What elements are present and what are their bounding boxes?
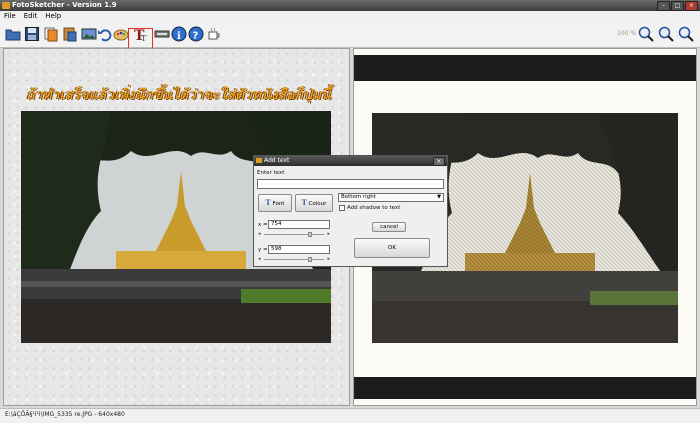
zoom-out-icon[interactable] [638,26,654,42]
open-folder-icon[interactable] [5,26,21,42]
title-bar: FotoSketcher - Version 1.9 – □ × [0,0,700,11]
colour-icon: T [301,198,307,207]
copy-icon[interactable] [43,26,59,42]
maximize-button[interactable]: □ [671,1,684,11]
edit-image-icon[interactable] [81,26,97,42]
ok-button[interactable]: OK [354,238,430,258]
font-icon: T [265,198,271,207]
colour-button-label: Colour [308,201,327,207]
x-label: x = [258,222,268,228]
menu-help[interactable]: Help [41,11,65,22]
status-bar: E:\àÇÕÂ§¹ì¹ì\IMG_5335 re.JPG - 640x480 [0,408,700,423]
zoom-in-icon[interactable] [678,26,694,42]
y-slider[interactable]: ◂ ▸ [258,256,330,262]
toolbar: TT i ? 100 % [0,22,700,62]
position-select-value: Bottom right [341,194,376,200]
font-button[interactable]: T Font [258,194,292,212]
dialog-close-button[interactable]: × [433,157,445,166]
close-button[interactable]: × [685,1,698,11]
y-slider-right-arrow[interactable]: ▸ [327,256,330,262]
svg-text:?: ? [193,31,199,42]
cancel-button[interactable]: cancel [372,222,406,232]
x-slider-right-arrow[interactable]: ▸ [327,231,330,237]
frame-top-bar [354,55,696,81]
chevron-down-icon: ▼ [437,194,441,200]
info-icon[interactable]: i [171,26,187,42]
position-select[interactable]: Bottom right ▼ [338,193,444,202]
dialog-title: Add text [264,157,290,164]
enter-text-label: Enter text [257,170,285,176]
y-slider-track [264,259,324,260]
menu-file[interactable]: File [0,11,20,22]
zoom-level: 100 % [617,30,637,37]
menu-edit[interactable]: Edit [20,11,42,22]
x-slider[interactable]: ◂ ▸ [258,231,330,237]
y-label: y = [258,247,268,253]
x-slider-thumb[interactable] [308,232,312,237]
minimize-button[interactable]: – [657,1,670,11]
svg-text:i: i [177,31,181,42]
y-slider-thumb[interactable] [308,257,312,262]
undo-icon[interactable] [97,26,113,42]
y-slider-left-arrow[interactable]: ◂ [258,256,261,262]
zoom-fit-icon[interactable] [658,26,674,42]
coffee-icon[interactable] [206,26,222,42]
x-input[interactable]: 754 [268,220,330,229]
font-button-label: Font [272,201,285,207]
frame-bottom-bar [354,377,696,399]
status-file-info: E:\àÇÕÂ§¹ì¹ì\IMG_5335 re.JPG - 640x480 [5,411,125,418]
x-slider-track [264,234,324,235]
help-icon[interactable]: ? [188,26,204,42]
colour-button[interactable]: T Colour [295,194,333,212]
y-input[interactable]: 598 [268,245,330,254]
annotation-caption: ถ้าทำเสร็จแล้วเพิ่งนึกขึ้นได้ว่าจะใส่ตัว… [26,87,331,103]
app-icon [2,2,10,9]
frame-icon[interactable] [154,26,170,42]
palette-icon[interactable] [113,26,129,42]
save-icon[interactable] [24,26,40,42]
text-input[interactable] [257,179,444,189]
dialog-title-bar: Add text × [254,156,447,166]
paste-icon[interactable] [62,26,78,42]
menu-bar: File Edit Help [0,11,700,22]
dialog-app-icon [256,158,262,163]
window-title: FotoSketcher - Version 1.9 [12,1,117,9]
add-text-dialog: Add text × Enter text T Font T Colour Bo… [253,155,448,267]
x-slider-left-arrow[interactable]: ◂ [258,231,261,237]
shadow-checkbox[interactable] [339,205,345,211]
shadow-label: Add shadow to text [347,205,401,211]
